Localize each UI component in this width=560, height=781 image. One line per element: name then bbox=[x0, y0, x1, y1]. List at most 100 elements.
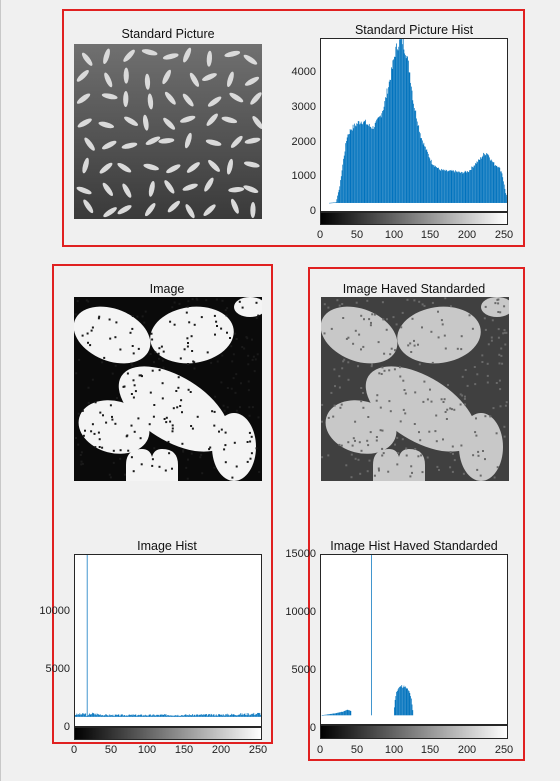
speckle bbox=[157, 352, 160, 355]
speckle bbox=[132, 396, 135, 399]
speckle bbox=[389, 353, 392, 356]
histogram-bar bbox=[483, 152, 484, 203]
histogram-bar bbox=[399, 687, 400, 716]
speckle bbox=[338, 375, 341, 378]
histogram-bar bbox=[109, 715, 111, 717]
speckle bbox=[388, 369, 391, 372]
image-hist-standardized-colorbar bbox=[320, 725, 508, 739]
speckle bbox=[497, 336, 500, 339]
speckle bbox=[256, 353, 259, 356]
histogram-bar bbox=[181, 714, 182, 717]
histogram-bar bbox=[77, 714, 78, 717]
speckle bbox=[235, 338, 238, 340]
histogram-bar bbox=[354, 123, 355, 203]
speckle bbox=[503, 435, 506, 438]
speckle bbox=[116, 397, 118, 399]
histogram-bar bbox=[475, 163, 477, 203]
histogram-bar bbox=[251, 713, 253, 717]
speckle bbox=[151, 458, 154, 461]
speckle bbox=[394, 443, 396, 446]
speckle bbox=[108, 473, 111, 476]
histogram-bar bbox=[386, 88, 388, 203]
histogram-bar bbox=[323, 714, 324, 716]
histogram-bar bbox=[195, 714, 197, 717]
histogram-bar bbox=[441, 169, 443, 203]
speckle bbox=[484, 328, 487, 331]
histogram-bar bbox=[428, 156, 430, 203]
histogram-bar bbox=[391, 67, 392, 203]
histogram-bar bbox=[334, 713, 336, 716]
speckle bbox=[486, 381, 489, 384]
speckle bbox=[323, 303, 326, 306]
histogram-bar bbox=[102, 715, 104, 717]
histogram-bar bbox=[368, 123, 370, 203]
histogram-bar bbox=[357, 123, 358, 203]
histogram-bar bbox=[331, 202, 333, 204]
speckle bbox=[130, 393, 133, 395]
speckle bbox=[475, 434, 478, 437]
histogram-bar bbox=[469, 170, 470, 203]
histogram-bar bbox=[112, 714, 114, 717]
speckle bbox=[126, 372, 129, 375]
histogram-bar bbox=[349, 710, 351, 716]
histogram-bar bbox=[416, 118, 417, 203]
histogram-bar bbox=[147, 715, 149, 717]
histogram-bar bbox=[383, 106, 385, 203]
speckle bbox=[464, 395, 466, 398]
histogram-bar bbox=[478, 159, 479, 203]
speckle bbox=[323, 332, 326, 335]
histogram-bar bbox=[222, 715, 224, 717]
histogram-bar bbox=[491, 159, 493, 203]
speckle bbox=[360, 348, 362, 351]
speckle bbox=[447, 384, 449, 386]
histogram-bar bbox=[346, 710, 347, 716]
histogram-bar bbox=[463, 172, 465, 203]
histogram-bar bbox=[92, 713, 94, 717]
speckle bbox=[503, 329, 506, 332]
histogram-bar bbox=[247, 715, 249, 717]
speckle bbox=[352, 342, 355, 345]
speckle bbox=[371, 313, 374, 316]
speckle bbox=[381, 301, 384, 304]
histogram-bar bbox=[396, 691, 397, 716]
histogram-bar bbox=[353, 128, 355, 203]
speckle bbox=[401, 311, 404, 314]
speckle bbox=[505, 331, 508, 334]
histogram-bar bbox=[348, 710, 350, 716]
histogram-bar bbox=[144, 715, 146, 717]
speckle bbox=[98, 315, 101, 318]
speckle bbox=[471, 327, 474, 330]
histogram-bar bbox=[100, 715, 102, 717]
image-hist-title: Image Hist bbox=[137, 539, 197, 553]
histogram-bar bbox=[497, 167, 498, 203]
speckle bbox=[127, 449, 130, 452]
speckle bbox=[438, 469, 440, 471]
speckle bbox=[187, 363, 189, 365]
speckle bbox=[330, 327, 333, 330]
image-hist-standardized-ytick: 15000 bbox=[285, 548, 316, 560]
speckle bbox=[241, 306, 244, 309]
speckle bbox=[359, 472, 362, 475]
histogram-bar bbox=[207, 714, 209, 717]
speckle bbox=[477, 454, 480, 457]
histogram-bar bbox=[133, 714, 134, 717]
histogram-bar bbox=[395, 696, 397, 716]
histogram-bar bbox=[83, 713, 84, 717]
histogram-bar bbox=[351, 129, 352, 203]
speckle bbox=[379, 406, 382, 409]
histogram-bar bbox=[446, 170, 448, 203]
histogram-bar bbox=[486, 153, 487, 203]
histogram-bar bbox=[442, 170, 444, 203]
histogram-bar bbox=[362, 124, 364, 203]
speckle bbox=[226, 406, 229, 409]
histogram-bar bbox=[495, 165, 497, 203]
histogram-bar bbox=[215, 715, 216, 717]
histogram-bar bbox=[349, 133, 350, 203]
speckle bbox=[81, 409, 84, 412]
speckle bbox=[501, 362, 504, 365]
speckle bbox=[449, 305, 452, 308]
histogram-bar bbox=[232, 714, 233, 717]
speckle bbox=[340, 444, 343, 447]
histogram-bar bbox=[455, 171, 457, 203]
speckle bbox=[169, 420, 172, 423]
